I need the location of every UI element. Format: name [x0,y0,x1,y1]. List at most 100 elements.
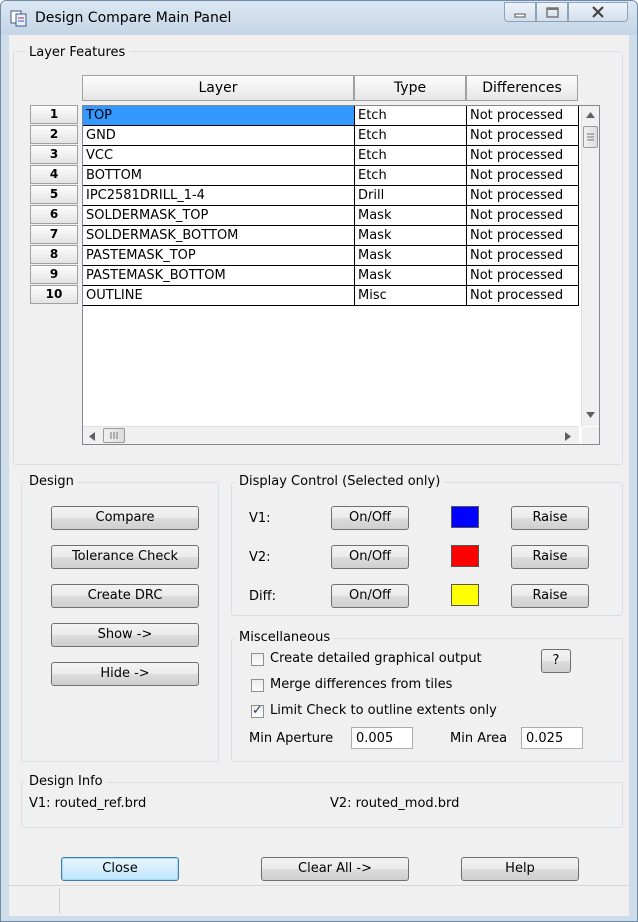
app-icon [10,10,27,27]
row-header[interactable]: 4 [30,165,78,184]
table-row[interactable]: BOTTOM Etch Not processed [83,166,579,186]
table-row[interactable]: SOLDERMASK_BOTTOM Mask Not processed [83,226,579,246]
cell-layer[interactable]: SOLDERMASK_TOP [83,206,355,226]
row-header[interactable]: 9 [30,265,78,284]
main-window: Design Compare Main Panel Layer Features… [0,0,638,922]
v1-raise-button[interactable]: Raise [511,506,589,530]
scroll-left-icon[interactable] [89,432,95,441]
cell-type[interactable]: Mask [355,246,467,266]
cell-differences[interactable]: Not processed [467,106,579,126]
cell-type[interactable]: Mask [355,206,467,226]
limit-check-label[interactable]: Limit Check to outline extents only [270,703,497,718]
vertical-scroll-thumb[interactable] [583,126,598,148]
column-header-layer[interactable]: Layer [82,75,354,101]
row-header[interactable]: 1 [30,105,78,124]
v1-color-swatch[interactable] [451,506,479,528]
cell-differences[interactable]: Not processed [467,186,579,206]
cell-differences[interactable]: Not processed [467,146,579,166]
minimize-button[interactable] [504,2,536,22]
create-graphical-output-label[interactable]: Create detailed graphical output [270,651,482,666]
row-header[interactable]: 2 [30,125,78,144]
cell-layer[interactable]: IPC2581DRILL_1-4 [83,186,355,206]
cell-type[interactable]: Mask [355,226,467,246]
cell-layer[interactable]: OUTLINE [83,286,355,306]
diff-color-swatch[interactable] [451,584,479,606]
status-bar [9,885,629,916]
v2-raise-button[interactable]: Raise [511,545,589,569]
table-row[interactable]: SOLDERMASK_TOP Mask Not processed [83,206,579,226]
cell-differences[interactable]: Not processed [467,206,579,226]
cell-layer[interactable]: VCC [83,146,355,166]
design-label: Design [25,474,78,489]
table-row[interactable]: VCC Etch Not processed [83,146,579,166]
clear-all-button[interactable]: Clear All -> [261,857,409,881]
cell-differences[interactable]: Not processed [467,166,579,186]
tolerance-check-button[interactable]: Tolerance Check [51,545,199,569]
row-header[interactable]: 8 [30,245,78,264]
show-button[interactable]: Show -> [51,623,199,647]
cell-layer[interactable]: PASTEMASK_BOTTOM [83,266,355,286]
hide-button[interactable]: Hide -> [51,662,199,686]
cell-differences[interactable]: Not processed [467,266,579,286]
vertical-scrollbar[interactable] [581,106,599,426]
cell-layer[interactable]: GND [83,126,355,146]
table-row[interactable]: PASTEMASK_BOTTOM Mask Not processed [83,266,579,286]
min-area-input[interactable] [521,727,583,749]
cell-type[interactable]: Mask [355,266,467,286]
cell-differences[interactable]: Not processed [467,286,579,306]
layer-grid[interactable]: TOP Etch Not processed GND Etch Not processed… [82,105,600,445]
column-header-type[interactable]: Type [354,75,466,101]
table-row[interactable]: TOP Etch Not processed [83,106,579,126]
row-header[interactable]: 5 [30,185,78,204]
row-header[interactable]: 7 [30,225,78,244]
miscellaneous-label: Miscellaneous [235,630,335,645]
horizontal-scrollbar[interactable] [83,426,579,444]
close-button[interactable]: Close [61,857,179,881]
cell-layer[interactable]: PASTEMASK_TOP [83,246,355,266]
table-row[interactable]: IPC2581DRILL_1-4 Drill Not processed [83,186,579,206]
column-header-differences[interactable]: Differences [466,75,578,101]
display-control-label: Display Control (Selected only) [235,474,445,489]
table-row[interactable]: OUTLINE Misc Not processed [83,286,579,306]
maximize-button[interactable] [536,2,568,22]
cell-differences[interactable]: Not processed [467,246,579,266]
compare-button[interactable]: Compare [51,506,199,530]
cell-layer[interactable]: SOLDERMASK_BOTTOM [83,226,355,246]
help-question-button[interactable]: ? [541,649,571,673]
table-row[interactable]: PASTEMASK_TOP Mask Not processed [83,246,579,266]
horizontal-scroll-thumb[interactable] [103,428,125,443]
row-header[interactable]: 3 [30,145,78,164]
help-button[interactable]: Help [461,857,579,881]
v1-onoff-button[interactable]: On/Off [331,506,409,530]
cell-type[interactable]: Etch [355,106,467,126]
close-window-button[interactable] [568,2,628,22]
row-header[interactable]: 6 [30,205,78,224]
v2-color-swatch[interactable] [451,545,479,567]
cell-layer[interactable]: BOTTOM [83,166,355,186]
scroll-down-icon[interactable] [586,412,595,418]
scroll-right-icon[interactable] [565,432,571,441]
scroll-up-icon[interactable] [586,112,595,118]
cell-type[interactable]: Etch [355,146,467,166]
cell-layer[interactable]: TOP [83,106,355,126]
limit-check-checkbox[interactable] [251,703,264,718]
merge-differences-label[interactable]: Merge differences from tiles [270,677,452,692]
title-bar[interactable]: Design Compare Main Panel [1,1,637,35]
v2-onoff-button[interactable]: On/Off [331,545,409,569]
cell-differences[interactable]: Not processed [467,226,579,246]
row-header[interactable]: 10 [30,285,78,304]
cell-type[interactable]: Misc [355,286,467,306]
create-drc-button[interactable]: Create DRC [51,584,199,608]
create-graphical-output-checkbox[interactable] [251,653,264,666]
merge-differences-checkbox[interactable] [251,679,264,692]
v1-design-file: V1: routed_ref.brd [29,796,147,811]
diff-onoff-button[interactable]: On/Off [331,584,409,608]
table-row[interactable]: GND Etch Not processed [83,126,579,146]
min-aperture-input[interactable] [351,727,413,749]
diff-raise-button[interactable]: Raise [511,584,589,608]
cell-type[interactable]: Drill [355,186,467,206]
maximize-icon [546,7,559,18]
cell-type[interactable]: Etch [355,126,467,146]
cell-differences[interactable]: Not processed [467,126,579,146]
cell-type[interactable]: Etch [355,166,467,186]
